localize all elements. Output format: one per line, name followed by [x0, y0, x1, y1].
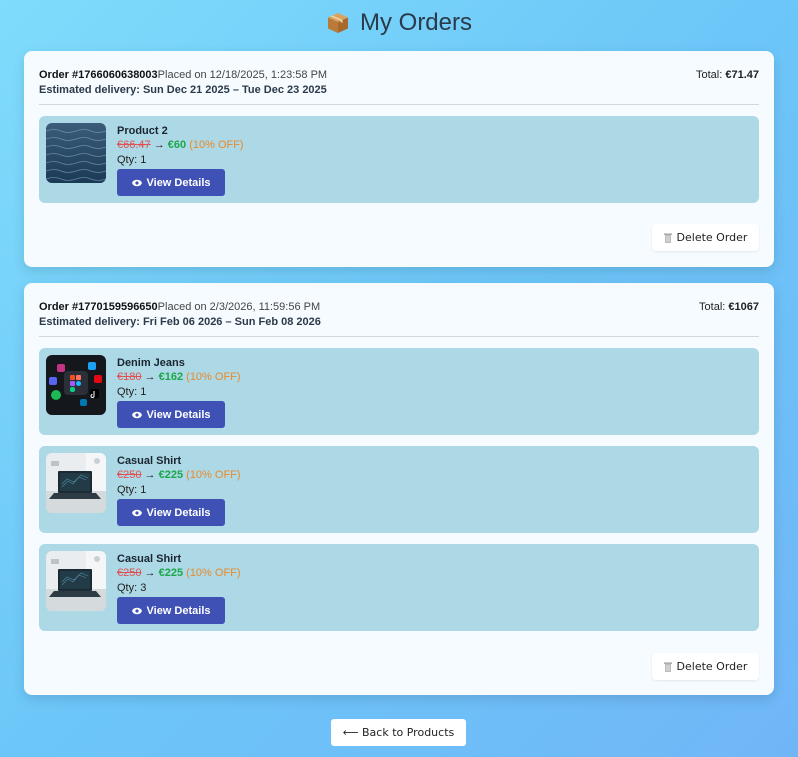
total-value: €71.47: [725, 69, 759, 81]
total-label: Total:: [699, 301, 726, 313]
price-line: €66.47 → €60 (10% OFF): [117, 138, 244, 153]
back-to-products-button[interactable]: ⟵ Back to Products: [331, 719, 466, 746]
new-price: €225: [158, 469, 184, 481]
trash-icon: [663, 662, 672, 672]
order-total: Total: €71.47: [696, 68, 759, 82]
eye-icon: [131, 411, 142, 418]
order-total: Total: €1067: [699, 300, 759, 314]
new-price: €225: [158, 567, 184, 579]
view-details-button[interactable]: View Details: [117, 401, 225, 428]
eye-icon: [131, 607, 142, 614]
order-item: Casual Shirt €250 → €225 (10% OFF) Qty: …: [39, 446, 759, 533]
view-details-button[interactable]: View Details: [117, 499, 225, 526]
order-card: Order #1766060638003Placed on 12/18/2025…: [24, 51, 774, 267]
total-label: Total:: [695, 69, 723, 81]
delivery-range: Fri Feb 06 2026 – Sun Feb 08 2026: [142, 316, 321, 328]
arrow: →: [144, 469, 156, 481]
delivery-label: Estimated delivery:: [39, 84, 140, 96]
order-id: Order #1766060638003: [39, 69, 158, 81]
order-header: Order #1770159596650Placed on 2/3/2026, …: [39, 283, 759, 337]
delivery-range: Sun Dec 21 2025 – Tue Dec 23 2025: [142, 84, 327, 96]
laptop-desk-thumbnail[interactable]: [46, 551, 106, 611]
page-title: My Orders: [359, 9, 472, 36]
discount: (10% OFF): [189, 139, 244, 151]
arrow: →: [153, 139, 165, 151]
item-quantity: Qty: 1: [117, 154, 147, 166]
old-price: €250: [117, 469, 142, 481]
package-icon: [327, 13, 348, 33]
item-quantity: Qty: 1: [117, 386, 147, 398]
app-icons-thumbnail[interactable]: [46, 355, 106, 415]
order-item: Denim Jeans €180 → €162 (10% OFF) Qty: 1…: [39, 348, 759, 435]
order-id: Order #1770159596650: [39, 301, 158, 313]
new-price: €162: [158, 371, 184, 383]
item-name: Casual Shirt: [117, 553, 182, 565]
old-price: €250: [117, 567, 142, 579]
ocean-thumbnail[interactable]: [46, 123, 106, 183]
price-line: €250 → €225 (10% OFF): [117, 566, 241, 581]
delete-order-button[interactable]: Delete Order: [652, 653, 759, 680]
delete-order-button[interactable]: Delete Order: [652, 224, 759, 251]
page-header: My Orders: [0, 0, 798, 46]
old-price: €66.47: [117, 139, 151, 151]
order-item: Casual Shirt €250 → €225 (10% OFF) Qty: …: [39, 544, 759, 631]
order-header: Order #1766060638003Placed on 12/18/2025…: [39, 51, 759, 105]
delivery-label: Estimated delivery:: [39, 316, 140, 328]
item-name: Product 2: [117, 125, 168, 137]
order-card: Order #1770159596650Placed on 2/3/2026, …: [24, 283, 774, 695]
item-quantity: Qty: 3: [117, 582, 147, 594]
view-details-button[interactable]: View Details: [117, 597, 225, 624]
discount: (10% OFF): [186, 567, 241, 579]
discount: (10% OFF): [186, 469, 241, 481]
old-price: €180: [117, 371, 142, 383]
total-value: €1067: [728, 301, 759, 313]
new-price: €60: [167, 139, 187, 151]
price-line: €250 → €225 (10% OFF): [117, 468, 241, 483]
order-placed-date: Placed on 12/18/2025, 1:23:58 PM: [157, 69, 328, 81]
item-name: Denim Jeans: [117, 357, 185, 369]
item-quantity: Qty: 1: [117, 484, 147, 496]
order-placed-date: Placed on 2/3/2026, 11:59:56 PM: [157, 301, 321, 313]
trash-icon: [663, 233, 672, 243]
discount: (10% OFF): [186, 371, 241, 383]
laptop-desk-thumbnail[interactable]: [46, 453, 106, 513]
price-line: €180 → €162 (10% OFF): [117, 370, 241, 385]
item-name: Casual Shirt: [117, 455, 182, 467]
eye-icon: [131, 509, 142, 516]
eye-icon: [131, 179, 142, 186]
view-details-button[interactable]: View Details: [117, 169, 225, 196]
order-item: Product 2 €66.47 → €60 (10% OFF) Qty: 1 …: [39, 116, 759, 203]
arrow: →: [144, 371, 156, 383]
arrow: →: [144, 567, 156, 579]
